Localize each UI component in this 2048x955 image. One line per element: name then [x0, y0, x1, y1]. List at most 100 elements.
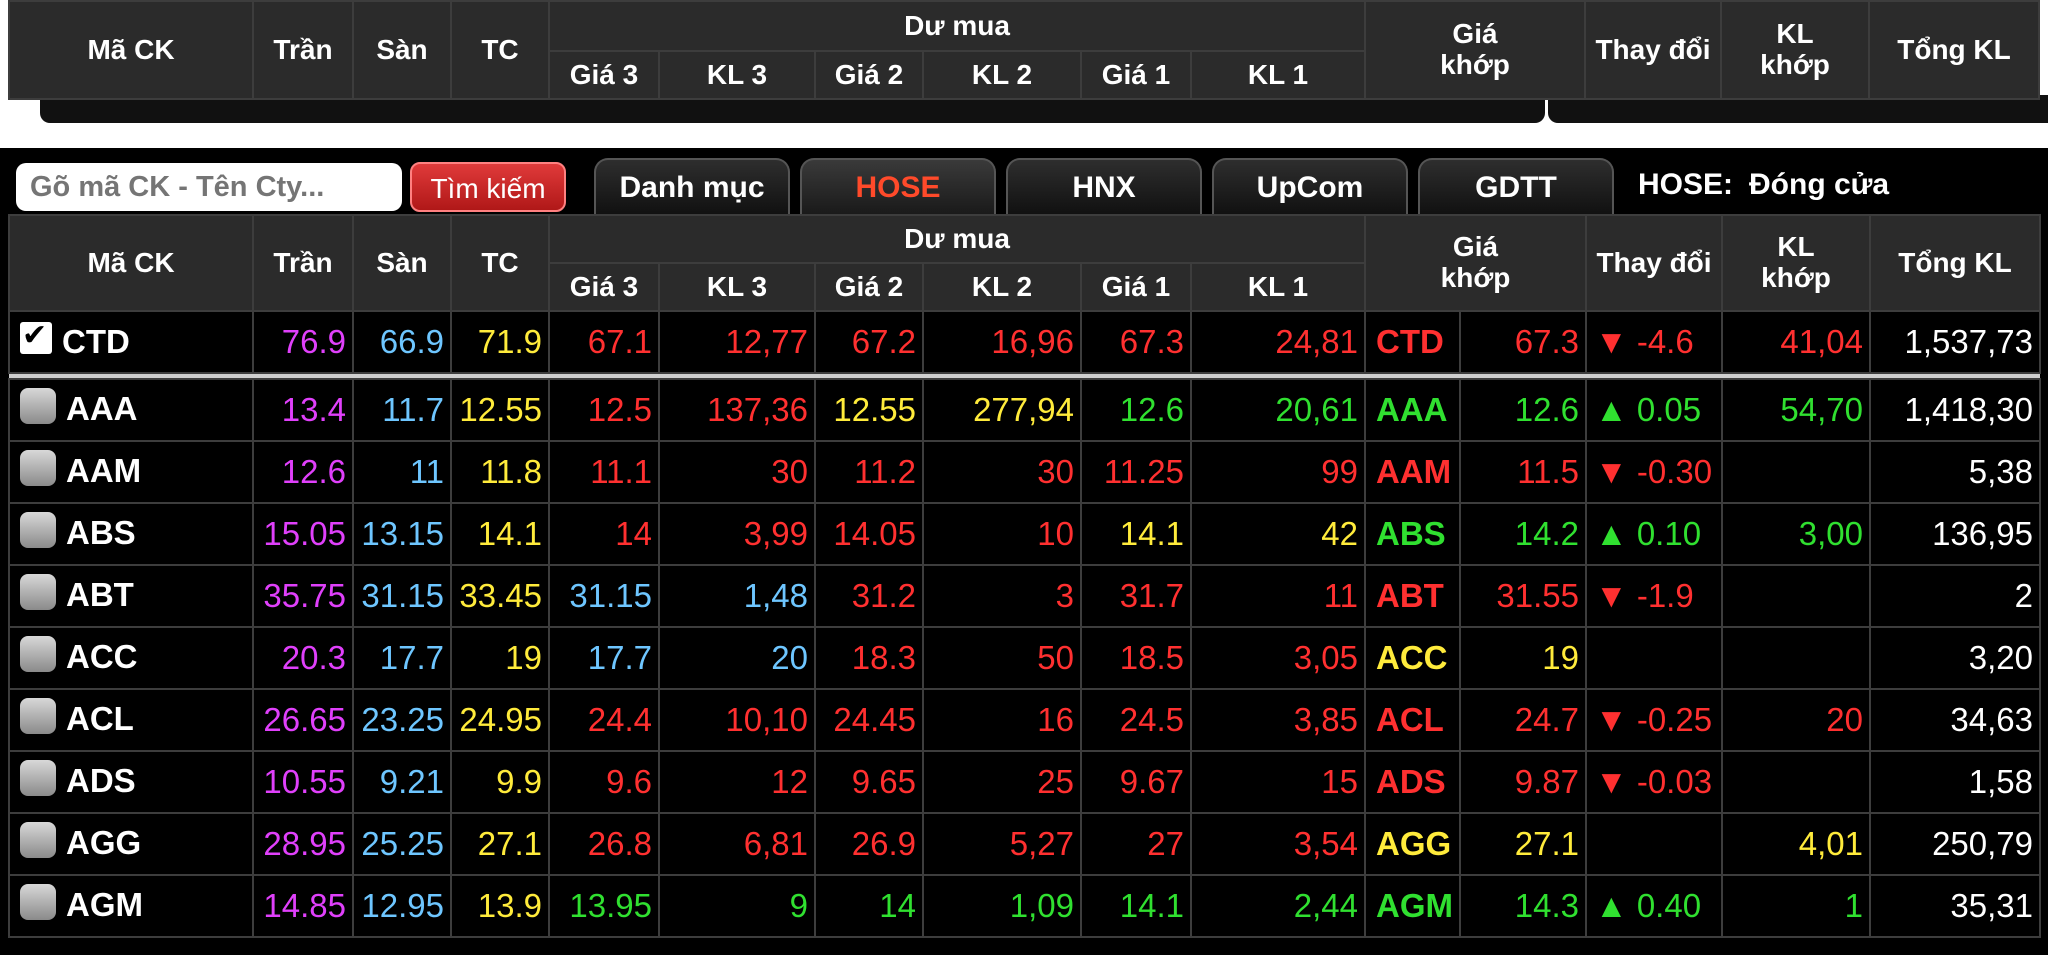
cell-ceiling: 14.85: [252, 874, 354, 938]
cell-match-symbol: CTD: [1364, 310, 1461, 374]
col-ref[interactable]: TC: [450, 0, 550, 100]
cell-ref: 27.1: [450, 812, 550, 876]
col-bid-price-2[interactable]: Giá 2: [814, 50, 924, 100]
cell-match-symbol: ACC: [1364, 626, 1461, 690]
col-match-vol[interactable]: KL khớp: [1720, 0, 1870, 100]
search-button[interactable]: Tìm kiếm: [410, 162, 566, 212]
cell-bid-vol-2: 30: [922, 440, 1082, 504]
tab-danh-muc[interactable]: Danh mục: [594, 158, 790, 214]
row-symbol[interactable]: ADS: [8, 750, 254, 814]
row-symbol[interactable]: AGM: [8, 874, 254, 938]
table-row[interactable]: AGG 28.95 25.25 27.1 26.8 6,81 26.9 5,27 27 3,54 A…: [8, 812, 2041, 876]
table-row[interactable]: ADS 10.55 9.21 9.9 9.6 12 9.65 25 9.67 15 ADS 9.87 ▼…: [8, 750, 2041, 814]
checkbox-icon[interactable]: [20, 449, 56, 486]
col-bid-group: Dư mua: [548, 214, 1366, 264]
col-total-vol[interactable]: Tổng KL: [1868, 0, 2040, 100]
checkbox-icon[interactable]: [20, 883, 56, 920]
col-bid-price-2[interactable]: Giá 2: [814, 262, 924, 312]
tab-hnx[interactable]: HNX: [1006, 158, 1202, 214]
cell-change: ▼ -4.6: [1585, 310, 1723, 374]
col-ref[interactable]: TC: [450, 214, 550, 312]
col-bid-price-1[interactable]: Giá 1: [1080, 50, 1192, 100]
cell-bid-price-2: 26.9: [814, 812, 924, 876]
cell-match-vol: 41,04: [1721, 310, 1871, 374]
row-symbol[interactable]: AAM: [8, 440, 254, 504]
tab-gdtt[interactable]: GDTT: [1418, 158, 1614, 214]
col-bid-vol-3[interactable]: KL 3: [658, 262, 816, 312]
row-symbol[interactable]: ABS: [8, 502, 254, 566]
cell-total-vol: 34,63: [1869, 688, 2041, 752]
table-row[interactable]: AAA 13.4 11.7 12.55 12.5 137,36 12.55 277,94 12.…: [8, 378, 2041, 442]
table-row[interactable]: AAM 12.6 11 11.8 11.1 30 11.2 30 11.25 99 AAM 11.5 ▼…: [8, 440, 2041, 504]
col-bid-vol-1[interactable]: KL 1: [1190, 262, 1366, 312]
symbol-label: AGG: [66, 824, 142, 862]
checkbox-icon[interactable]: [20, 821, 56, 858]
cell-match-price: 14.3: [1459, 874, 1587, 938]
cell-bid-price-3: 13.95: [548, 874, 660, 938]
cell-ref: 9.9: [450, 750, 550, 814]
cell-match-symbol: AGG: [1364, 812, 1461, 876]
table-row[interactable]: ACL 26.65 23.25 24.95 24.4 10,10 24.45 16 24.5 3,…: [8, 688, 2041, 752]
col-bid-price-3[interactable]: Giá 3: [548, 262, 660, 312]
row-symbol[interactable]: ACC: [8, 626, 254, 690]
cell-ceiling: 13.4: [252, 378, 354, 442]
cell-ceiling: 12.6: [252, 440, 354, 504]
checkbox-icon[interactable]: [20, 387, 56, 424]
col-symbol[interactable]: Mã CK: [8, 214, 254, 312]
table-row[interactable]: ACC 20.3 17.7 19 17.7 20 18.3 50 18.5 3,05 ACC 19 3,…: [8, 626, 2041, 690]
cell-bid-price-3: 24.4: [548, 688, 660, 752]
col-change[interactable]: Thay đổi: [1584, 0, 1722, 100]
cell-match-vol: [1721, 440, 1871, 504]
cell-bid-vol-3: 1,48: [658, 564, 816, 628]
row-symbol[interactable]: AAA: [8, 378, 254, 442]
cell-match-vol: [1721, 626, 1871, 690]
col-change[interactable]: Thay đổi: [1585, 214, 1723, 312]
col-bid-price-1[interactable]: Giá 1: [1080, 262, 1192, 312]
col-match-price[interactable]: Giá khớp: [1364, 214, 1587, 312]
col-total-vol[interactable]: Tổng KL: [1869, 214, 2041, 312]
cell-floor: 13.15: [352, 502, 452, 566]
cell-ceiling: 35.75: [252, 564, 354, 628]
col-bid-vol-1[interactable]: KL 1: [1190, 50, 1366, 100]
cell-match-vol: 54,70: [1721, 378, 1871, 442]
checkbox-checked-icon[interactable]: [20, 318, 52, 355]
col-floor[interactable]: Sàn: [352, 0, 452, 100]
table-row[interactable]: ABT 35.75 31.15 33.45 31.15 1,48 31.2 3 31.7 11 AB…: [8, 564, 2041, 628]
checkbox-icon[interactable]: [20, 635, 56, 672]
cell-ceiling: 28.95: [252, 812, 354, 876]
cell-match-symbol: ABS: [1364, 502, 1461, 566]
cell-bid-price-1: 14.1: [1080, 502, 1192, 566]
cell-match-price: 19: [1459, 626, 1587, 690]
table-row[interactable]: CTD76.966.971.967.112,7767.216,9667.324,…: [8, 310, 2041, 374]
cell-ceiling: 10.55: [252, 750, 354, 814]
symbol-label: ADS: [66, 762, 136, 800]
cell-bid-price-2: 18.3: [814, 626, 924, 690]
search-input[interactable]: [16, 163, 402, 211]
row-symbol[interactable]: ACL: [8, 688, 254, 752]
col-floor[interactable]: Sàn: [352, 214, 452, 312]
checkbox-icon[interactable]: [20, 511, 56, 548]
cell-bid-price-3: 31.15: [548, 564, 660, 628]
col-ceiling[interactable]: Trần: [252, 0, 354, 100]
row-symbol[interactable]: CTD: [8, 310, 254, 374]
tab-upcom[interactable]: UpCom: [1212, 158, 1408, 214]
cell-ceiling: 26.65: [252, 688, 354, 752]
row-symbol[interactable]: ABT: [8, 564, 254, 628]
col-match-vol[interactable]: KL khớp: [1721, 214, 1871, 312]
table-row[interactable]: ABS 15.05 13.15 14.1 14 3,99 14.05 10 14.1 42 ABS 1…: [8, 502, 2041, 566]
toolbar: Tìm kiếm Danh mục HOSE HNX UpCom GDTT HO…: [8, 152, 2048, 214]
col-symbol[interactable]: Mã CK: [8, 0, 254, 100]
col-bid-vol-2[interactable]: KL 2: [922, 50, 1082, 100]
checkbox-icon[interactable]: [20, 573, 56, 610]
checkbox-icon[interactable]: [20, 697, 56, 734]
row-symbol[interactable]: AGG: [8, 812, 254, 876]
col-bid-price-3[interactable]: Giá 3: [548, 50, 660, 100]
col-ceiling[interactable]: Trần: [252, 214, 354, 312]
col-bid-vol-3[interactable]: KL 3: [658, 50, 816, 100]
col-match-price[interactable]: Giá khớp: [1364, 0, 1586, 100]
col-bid-vol-2[interactable]: KL 2: [922, 262, 1082, 312]
cell-match-vol: [1721, 564, 1871, 628]
tab-hose[interactable]: HOSE: [800, 158, 996, 214]
checkbox-icon[interactable]: [20, 759, 56, 796]
table-row[interactable]: AGM 14.85 12.95 13.9 13.95 9 14 1,09 14.1 2,44 AGM…: [8, 874, 2041, 938]
